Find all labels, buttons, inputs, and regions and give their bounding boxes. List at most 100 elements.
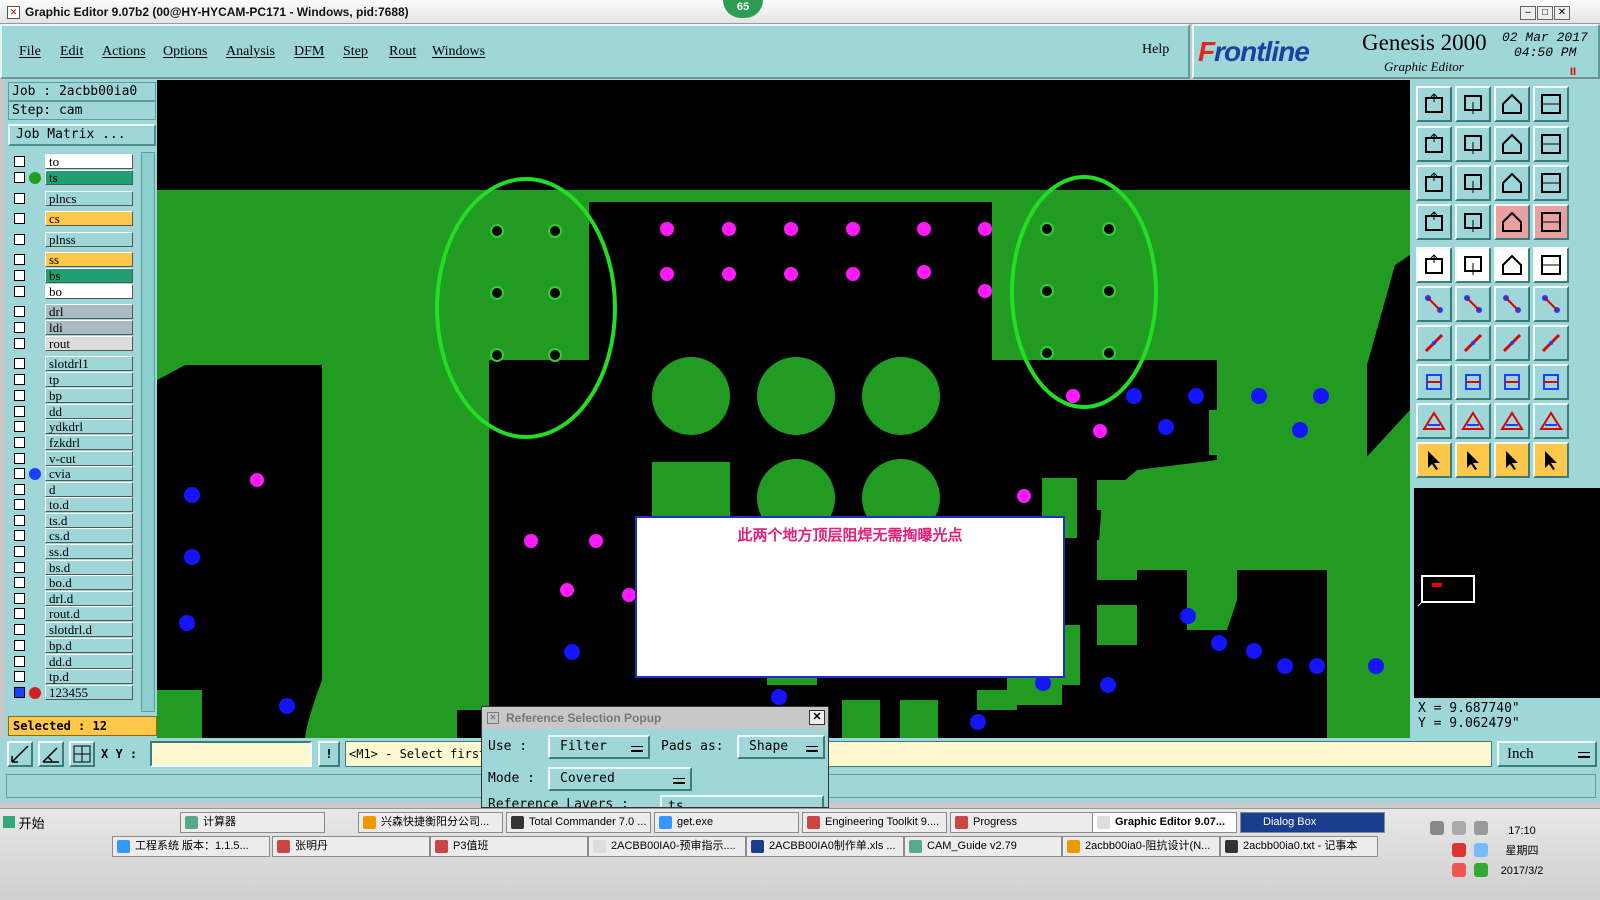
taskbar-item[interactable]: 兴森快捷衡阳分公司...: [358, 812, 503, 833]
layer-name[interactable]: dd: [45, 404, 133, 419]
reference-layers-field[interactable]: ts: [660, 795, 824, 807]
layer-checkbox[interactable]: [14, 530, 25, 541]
pause-icon[interactable]: II: [1570, 66, 1576, 78]
tool-cross-icon[interactable]: [1455, 286, 1491, 322]
layer-checkbox[interactable]: [14, 437, 25, 448]
tool-arrow3-icon[interactable]: [1494, 442, 1530, 478]
layer-checkbox[interactable]: [14, 687, 25, 698]
menu-rout[interactable]: Rout: [389, 44, 416, 60]
layer-checkbox[interactable]: [14, 499, 25, 510]
layer-row[interactable]: ydkdrl: [10, 419, 134, 435]
start-button[interactable]: 开始: [3, 813, 45, 832]
use-filter-select[interactable]: Filter: [548, 735, 650, 759]
layer-checkbox[interactable]: [14, 193, 25, 204]
snap-grid-button[interactable]: [7, 741, 33, 767]
tool-settings-icon[interactable]: [1416, 204, 1452, 240]
layer-row[interactable]: ts: [10, 170, 134, 186]
layer-name[interactable]: bs: [45, 268, 133, 283]
layer-checkbox[interactable]: [14, 515, 25, 526]
layer-row[interactable]: fzkdrl: [10, 435, 134, 451]
layer-checkbox[interactable]: [14, 306, 25, 317]
tool-nodes-icon[interactable]: [1416, 286, 1452, 322]
tool-box-icon[interactable]: [1416, 247, 1452, 283]
layer-row[interactable]: bo.d: [10, 575, 134, 591]
tool-center-icon[interactable]: [1494, 126, 1530, 162]
tray-icon[interactable]: [1452, 863, 1466, 877]
tool-copy-icon[interactable]: [1416, 364, 1452, 400]
clock[interactable]: 17:10 星期四 2017/3/2: [1500, 821, 1544, 881]
layer-checkbox[interactable]: [14, 656, 25, 667]
layer-row[interactable]: bs: [10, 268, 134, 284]
layer-checkbox[interactable]: [14, 593, 25, 604]
tool-home-icon[interactable]: [1416, 86, 1452, 122]
mode-select[interactable]: Covered: [548, 767, 692, 791]
layer-name[interactable]: v-cut: [45, 451, 133, 466]
popup-close-button[interactable]: ✕: [809, 710, 825, 725]
layer-row[interactable]: tp: [10, 372, 134, 388]
tool-blue-square-icon[interactable]: [1533, 364, 1569, 400]
layer-checkbox[interactable]: [14, 468, 25, 479]
layer-name[interactable]: plnss: [45, 232, 133, 247]
layer-row[interactable]: drl.d: [10, 591, 134, 607]
tool-split-icon[interactable]: [1533, 126, 1569, 162]
tool-house-icon[interactable]: [1494, 86, 1530, 122]
layer-row[interactable]: cs: [10, 211, 134, 227]
layer-name[interactable]: ss.d: [45, 544, 133, 559]
taskbar-item[interactable]: Progress: [950, 812, 1095, 833]
taskbar-item[interactable]: 工程系统 版本：1.1.5...: [112, 836, 270, 857]
layer-checkbox[interactable]: [14, 156, 25, 167]
layer-checkbox[interactable]: [14, 234, 25, 245]
layer-name[interactable]: ts.d: [45, 513, 133, 528]
tool-ratio-icon[interactable]: [1494, 165, 1530, 201]
tool-question-icon[interactable]: [1533, 165, 1569, 201]
layer-name[interactable]: bp: [45, 388, 133, 403]
tool-pads-icon[interactable]: [1494, 204, 1530, 240]
layer-row[interactable]: to.d: [10, 497, 134, 513]
layer-row[interactable]: rout: [10, 336, 134, 352]
menu-file[interactable]: File: [19, 44, 41, 60]
xy-input[interactable]: [150, 741, 312, 767]
layer-name[interactable]: drl: [45, 304, 133, 319]
layer-row[interactable]: ts.d: [10, 513, 134, 529]
maximize-button[interactable]: □: [1537, 6, 1553, 20]
layer-name[interactable]: 123455: [45, 685, 133, 700]
tool-cursor-icon[interactable]: [1455, 204, 1491, 240]
layer-row[interactable]: plnss: [10, 232, 134, 248]
layer-row[interactable]: rout.d: [10, 606, 134, 622]
tool-a2-icon[interactable]: [1494, 403, 1530, 439]
layer-name[interactable]: slotdrl1: [45, 356, 133, 371]
tool-move-icon[interactable]: [1455, 165, 1491, 201]
tool-resize-icon[interactable]: [1494, 364, 1530, 400]
tool-poly-icon[interactable]: [1455, 247, 1491, 283]
tray-icon[interactable]: [1474, 863, 1488, 877]
layer-checkbox[interactable]: [14, 484, 25, 495]
layer-checkbox[interactable]: [14, 270, 25, 281]
menu-dfm[interactable]: DFM: [294, 44, 324, 60]
layer-name[interactable]: bp.d: [45, 638, 133, 653]
layer-row[interactable]: bo: [10, 284, 134, 300]
menu-analysis[interactable]: Analysis: [226, 44, 275, 60]
tool-measure-icon[interactable]: [1494, 247, 1530, 283]
tool-pads2-icon[interactable]: [1533, 204, 1569, 240]
taskbar-item[interactable]: get.exe: [654, 812, 799, 833]
grid-toggle-button[interactable]: [69, 741, 95, 767]
layer-checkbox[interactable]: [14, 546, 25, 557]
layer-row[interactable]: 123455: [10, 685, 134, 701]
layer-name[interactable]: plncs: [45, 191, 133, 206]
layer-checkbox[interactable]: [14, 562, 25, 573]
layer-checkbox[interactable]: [14, 213, 25, 224]
layer-name[interactable]: ydkdrl: [45, 419, 133, 434]
layer-name[interactable]: bo: [45, 284, 133, 299]
layer-name[interactable]: to: [45, 154, 133, 169]
layer-name[interactable]: ts: [45, 170, 133, 185]
layer-name[interactable]: ss: [45, 252, 133, 267]
layer-checkbox[interactable]: [14, 421, 25, 432]
tool-up-icon[interactable]: [1455, 86, 1491, 122]
tool-triangle-icon[interactable]: [1416, 403, 1452, 439]
layer-checkbox[interactable]: [14, 577, 25, 588]
layer-name[interactable]: cs.d: [45, 528, 133, 543]
taskbar-item[interactable]: 2ACBB00IA0-预审指示....: [588, 836, 746, 857]
tool-diag-icon[interactable]: [1533, 286, 1569, 322]
layer-name[interactable]: ldi: [45, 320, 133, 335]
layer-row[interactable]: cvia: [10, 466, 134, 482]
